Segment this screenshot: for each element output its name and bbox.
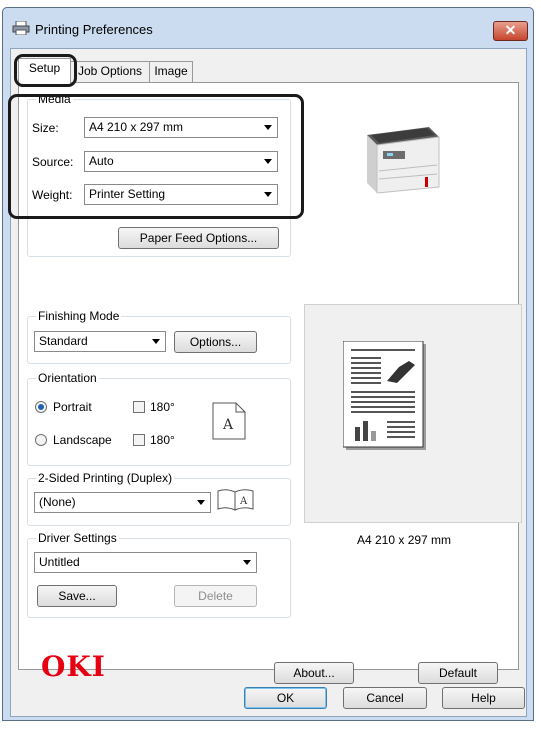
default-button[interactable]: Default <box>418 662 498 684</box>
landscape-radio[interactable] <box>35 434 47 446</box>
finishing-mode-value: Standard <box>39 334 88 348</box>
ok-button[interactable]: OK <box>244 687 327 709</box>
chevron-down-icon <box>197 500 205 505</box>
window-title: Printing Preferences <box>35 22 153 37</box>
duplex-label: 2-Sided Printing (Duplex) <box>36 471 175 485</box>
printer-icon <box>12 21 30 35</box>
landscape-rotate-180-label: 180° <box>150 433 175 447</box>
media-group-label: Media <box>36 92 73 106</box>
orientation-group: Orientation <box>27 371 291 466</box>
duplex-book-glyph: A <box>239 496 248 507</box>
page-orientation-glyph: A <box>222 417 234 433</box>
finishing-mode-label: Finishing Mode <box>36 309 122 323</box>
weight-label: Weight: <box>32 188 73 202</box>
driver-settings-dropdown[interactable]: Untitled <box>34 552 257 573</box>
tab-setup[interactable]: Setup <box>18 58 71 84</box>
portrait-radio[interactable] <box>35 401 47 413</box>
chevron-down-icon <box>152 339 160 344</box>
portrait-rotate-180-label: 180° <box>150 400 175 414</box>
source-dropdown[interactable]: Auto <box>84 151 278 172</box>
finishing-mode-dropdown[interactable]: Standard <box>34 331 166 352</box>
printing-preferences-window: Printing Preferences ✕ Setup Job Options… <box>2 7 534 721</box>
landscape-rotate-180-checkbox[interactable] <box>133 434 145 446</box>
duplex-value: (None) <box>39 495 76 509</box>
page-preview-thumbnail <box>343 341 426 450</box>
source-value: Auto <box>89 154 114 168</box>
help-button[interactable]: Help <box>442 687 525 709</box>
driver-settings-label: Driver Settings <box>36 531 119 545</box>
preview-paper-size-caption: A4 210 x 297 mm <box>357 533 452 547</box>
duplex-book-icon: A <box>217 489 254 511</box>
printer-image <box>367 127 440 194</box>
chevron-down-icon <box>264 125 272 130</box>
tab-job-options[interactable]: Job Options <box>70 61 150 82</box>
chevron-down-icon <box>264 159 272 164</box>
source-label: Source: <box>32 155 74 169</box>
size-label: Size: <box>32 121 59 135</box>
paper-feed-options-button[interactable]: Paper Feed Options... <box>118 227 279 249</box>
setup-tab-panel: Media Size: A4 210 x 297 mm Source: Auto… <box>8 82 522 684</box>
driver-settings-value: Untitled <box>39 555 80 569</box>
orientation-label: Orientation <box>36 371 99 385</box>
chevron-down-icon <box>243 560 251 565</box>
oki-logo: OKI <box>41 650 106 683</box>
tab-image[interactable]: Image <box>149 61 193 82</box>
chevron-down-icon <box>264 192 272 197</box>
size-value: A4 210 x 297 mm <box>89 120 184 134</box>
portrait-rotate-180-checkbox[interactable] <box>133 401 145 413</box>
page-orientation-icon: A <box>212 402 246 440</box>
title-bar[interactable]: Printing Preferences ✕ <box>3 8 533 41</box>
size-dropdown[interactable]: A4 210 x 297 mm <box>84 117 278 138</box>
about-button[interactable]: About... <box>274 662 354 684</box>
finishing-options-button[interactable]: Options... <box>174 331 257 353</box>
save-button[interactable]: Save... <box>37 585 117 607</box>
landscape-label: Landscape <box>53 433 112 447</box>
duplex-dropdown[interactable]: (None) <box>34 492 211 513</box>
close-button[interactable]: ✕ <box>493 21 528 41</box>
portrait-label: Portrait <box>53 400 92 414</box>
cancel-button[interactable]: Cancel <box>343 687 427 709</box>
weight-value: Printer Setting <box>89 187 166 201</box>
delete-button[interactable]: Delete <box>174 585 257 607</box>
dialog-client-area: Setup Job Options Image Media Size: A4 2… <box>8 48 527 717</box>
weight-dropdown[interactable]: Printer Setting <box>84 184 278 205</box>
